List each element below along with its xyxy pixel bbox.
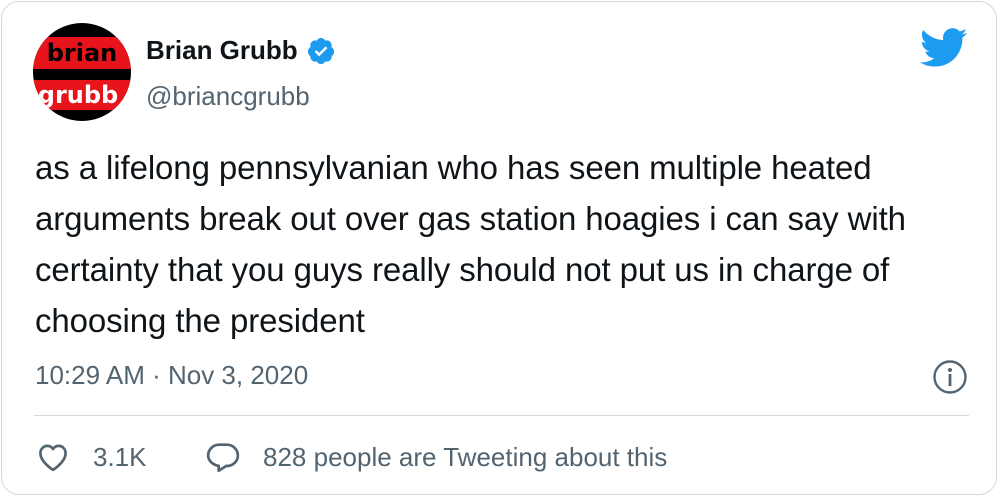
author-handle[interactable]: @briancgrubb: [146, 81, 310, 112]
author-name[interactable]: Brian Grubb: [146, 35, 298, 66]
like-count: 3.1K: [93, 441, 147, 472]
tweet-timestamp[interactable]: 10:29 AM · Nov 3, 2020: [35, 360, 308, 391]
tweet-card: brian grubb Brian Grubb @briancgrubb as …: [1, 1, 997, 495]
verified-badge-icon: [306, 36, 336, 66]
tweeting-about-text: 828 people are Tweeting about this: [263, 441, 668, 472]
divider: [34, 415, 969, 416]
speech-bubble-icon: [206, 443, 240, 473]
avatar-text-top: brian: [47, 39, 118, 67]
avatar[interactable]: brian grubb: [33, 23, 131, 121]
tweeting-about-link[interactable]: 828 people are Tweeting about this: [205, 439, 667, 475]
like-button[interactable]: 3.1K: [35, 439, 147, 475]
tweet-text: as a lifelong pennsylvanian who has seen…: [35, 149, 906, 339]
heart-icon: [39, 444, 67, 472]
info-icon[interactable]: [932, 359, 968, 395]
avatar-logo-image: brian grubb: [33, 23, 131, 121]
avatar-text-bottom: grubb: [38, 81, 118, 109]
author-name-row[interactable]: Brian Grubb: [146, 35, 336, 66]
twitter-bird-icon[interactable]: [919, 26, 968, 70]
